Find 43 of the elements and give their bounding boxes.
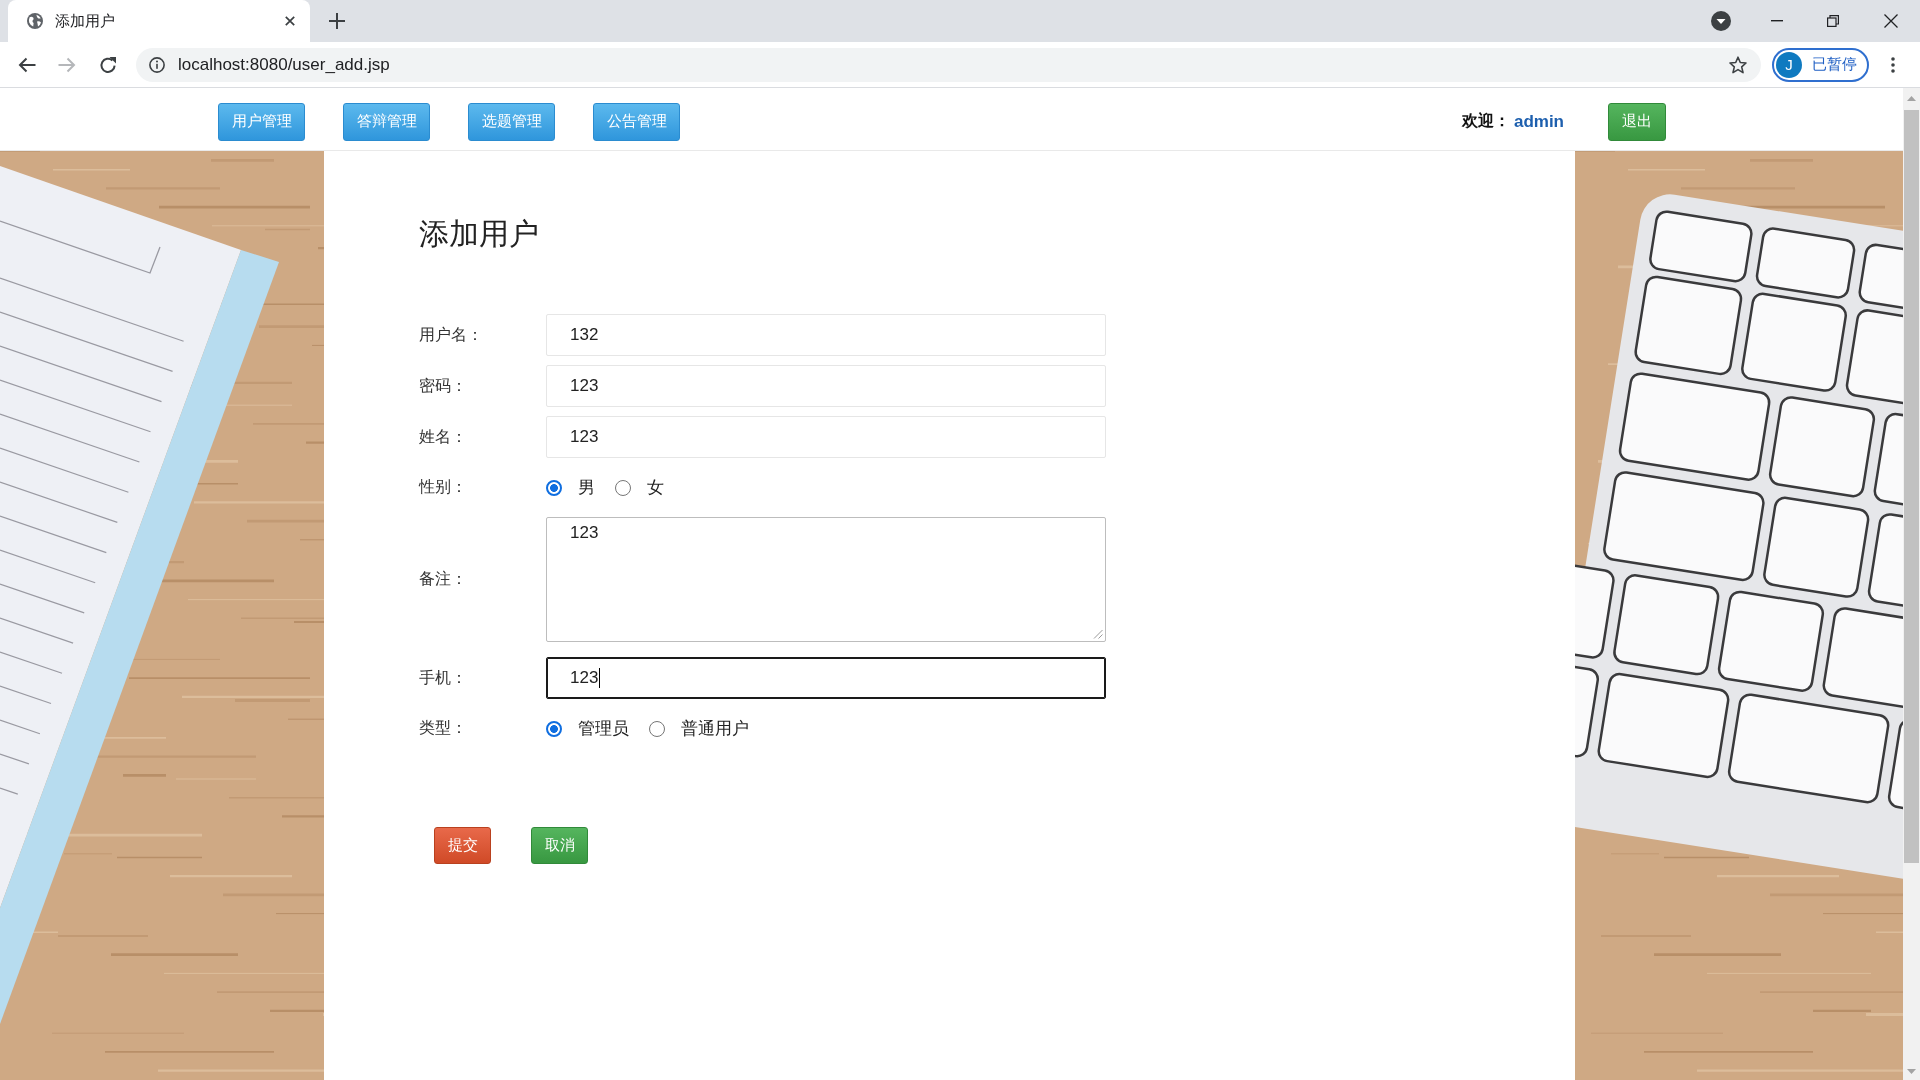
text-cursor [599, 668, 601, 688]
field-label: 姓名： [419, 426, 468, 447]
minimize-icon[interactable] [1771, 20, 1783, 22]
field-label: 手机： [419, 667, 468, 688]
chevron-down-icon[interactable] [1711, 11, 1731, 31]
field-label: 类型： [419, 718, 468, 738]
restore-icon[interactable] [1827, 15, 1839, 27]
field-label: 密码： [419, 375, 468, 396]
textarea-field[interactable]: 123 [546, 517, 1106, 642]
back-arrow-icon[interactable] [18, 56, 36, 73]
scroll-thumb[interactable] [1904, 110, 1919, 863]
globe-icon [27, 13, 43, 29]
text-field[interactable]: 123 [546, 365, 1106, 407]
plus-icon[interactable] [329, 13, 345, 29]
welcome-label: 欢迎： [1461, 111, 1510, 131]
address-bar[interactable]: localhost:8080/user_add.jsp [136, 47, 1761, 82]
radio-label: 女 [647, 477, 664, 499]
text-field[interactable]: 123 [546, 416, 1106, 458]
reload-icon[interactable] [99, 55, 117, 74]
text-field[interactable]: 123 [546, 657, 1106, 699]
dots-menu-icon[interactable] [1891, 56, 1895, 73]
submit-button[interactable]: 提交 [434, 827, 491, 864]
info-icon[interactable] [149, 56, 165, 73]
field-label: 用户名： [419, 324, 484, 345]
form-title: 添加用户 [419, 216, 539, 252]
field-label: 备注： [419, 569, 468, 589]
close-icon[interactable] [285, 16, 295, 26]
radio-label: 管理员 [578, 718, 629, 740]
profile-avatar: J [1776, 51, 1802, 78]
radio-button[interactable] [615, 479, 631, 496]
browser-tab[interactable]: 添加用户 [8, 0, 310, 42]
star-icon[interactable] [1729, 55, 1747, 74]
radio-button[interactable] [546, 479, 562, 496]
username-text: admin [1513, 111, 1564, 132]
resize-grip-icon[interactable] [1093, 629, 1103, 639]
radio-label: 普通用户 [681, 718, 749, 740]
radio-label: 男 [578, 477, 595, 499]
radio-button[interactable] [649, 720, 665, 737]
close-icon[interactable] [1884, 14, 1898, 28]
field-label: 性别： [419, 477, 468, 497]
text-field[interactable]: 132 [546, 314, 1106, 356]
radio-button[interactable] [546, 720, 562, 737]
profile-button[interactable]: J 已暂停 [1772, 47, 1869, 82]
